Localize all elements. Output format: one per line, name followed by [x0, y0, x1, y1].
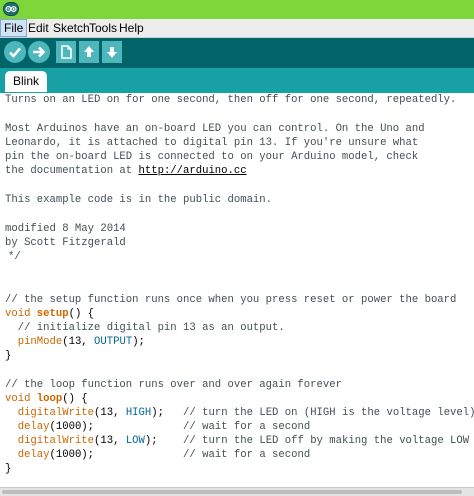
title-bar: [0, 0, 474, 19]
new-button[interactable]: [56, 41, 76, 63]
code-function: delay: [17, 421, 50, 433]
code-text: );: [144, 435, 184, 447]
code-line: delay(1000); // wait for a second: [5, 420, 310, 434]
code-comment: // wait for a second: [183, 449, 311, 461]
code-text: modified 8 May 2014: [5, 223, 126, 235]
code-line: void loop() {: [5, 392, 88, 406]
code-comment: // turn the LED on (HIGH is the voltage …: [183, 407, 474, 419]
code-line: This example code is in the public domai…: [5, 193, 272, 207]
code-text: Most Arduinos have an on-board LED you c…: [5, 123, 425, 135]
code-function: digitalWrite: [17, 407, 95, 419]
code-text: Turns on an LED on for one second, then …: [5, 94, 457, 106]
menu-file[interactable]: File: [0, 19, 28, 37]
menu-tools[interactable]: Tools: [86, 19, 120, 37]
code-keyword: void: [5, 308, 31, 320]
code-text: (1000);: [49, 449, 184, 461]
code-function: delay: [17, 449, 50, 461]
verify-button[interactable]: [4, 41, 26, 63]
code-line: // initialize digital pin 13 as an outpu…: [5, 321, 285, 335]
code-line: */: [8, 250, 21, 264]
code-text: (13,: [94, 407, 126, 419]
code-line: }: [5, 462, 11, 476]
code-keyword: void: [5, 393, 31, 405]
code-line: digitalWrite(13, HIGH); // turn the LED …: [5, 406, 474, 420]
code-line: // the loop function runs over and over …: [5, 378, 342, 392]
code-text: the documentation at: [5, 165, 139, 177]
code-line: delay(1000); // wait for a second: [5, 448, 310, 462]
code-text: pin the on-board LED is connected to on …: [5, 151, 419, 163]
arduino-logo-icon: [3, 2, 19, 16]
code-line: Turns on an LED on for one second, then …: [5, 93, 456, 107]
upload-button[interactable]: [28, 41, 50, 63]
code-text: }: [5, 350, 12, 362]
open-button[interactable]: [79, 41, 99, 63]
code-line: modified 8 May 2014: [5, 222, 126, 236]
menu-bar: File Edit Sketch Tools Help: [0, 19, 474, 38]
code-text: // the loop function runs over and over …: [5, 379, 342, 391]
code-text: Leonardo, it is attached to digital pin …: [5, 137, 419, 149]
code-text: );: [151, 407, 184, 419]
toolbar: [0, 38, 474, 68]
save-button[interactable]: [102, 41, 122, 63]
code-line: pinMode(13, OUTPUT);: [5, 335, 145, 349]
tab-blink[interactable]: Blink: [5, 71, 47, 92]
code-comment: // turn the LED off by making the voltag…: [183, 435, 470, 447]
code-line: Leonardo, it is attached to digital pin …: [5, 136, 418, 150]
code-function: loop: [36, 393, 63, 405]
code-comment: // wait for a second: [183, 421, 311, 433]
code-text: // the setup function runs once when you…: [5, 294, 457, 306]
code-line: // the setup function runs once when you…: [5, 293, 456, 307]
code-line: }: [5, 349, 11, 363]
code-text: by Scott Fitzgerald: [5, 237, 126, 249]
code-line: by Scott Fitzgerald: [5, 236, 126, 250]
code-line: Most Arduinos have an on-board LED you c…: [5, 122, 425, 136]
code-line: digitalWrite(13, LOW); // turn the LED o…: [5, 434, 469, 448]
code-text: */: [8, 251, 21, 263]
code-function: setup: [36, 308, 69, 320]
code-line: pin the on-board LED is connected to on …: [5, 150, 418, 164]
new-file-icon: [61, 45, 72, 59]
checkmark-icon: [9, 47, 21, 58]
tab-strip: Blink: [0, 68, 474, 92]
code-constant: LOW: [125, 435, 145, 447]
arrow-down-icon: [107, 47, 117, 58]
code-text: }: [5, 463, 12, 475]
code-function: pinMode: [17, 336, 63, 348]
code-text: () {: [68, 308, 95, 320]
code-editor[interactable]: Turns on an LED on for one second, then …: [0, 92, 474, 488]
code-line: the documentation at http://arduino.cc: [5, 164, 247, 178]
code-text: () {: [62, 393, 88, 405]
code-constant: HIGH: [125, 407, 152, 419]
code-text: (1000);: [49, 421, 184, 433]
code-text: This example code is in the public domai…: [5, 194, 273, 206]
code-text: // initialize digital pin 13 as an outpu…: [5, 322, 285, 334]
code-text: (13,: [62, 336, 95, 348]
code-constant: OUTPUT: [94, 336, 133, 348]
code-text: (13,: [94, 435, 126, 447]
arrow-up-icon: [84, 46, 94, 57]
code-text: );: [132, 336, 145, 348]
documentation-link[interactable]: http://arduino.cc: [139, 165, 247, 177]
code-line: void setup() {: [5, 307, 94, 321]
menu-help[interactable]: Help: [116, 19, 147, 37]
menu-edit[interactable]: Edit: [25, 19, 52, 37]
arrow-right-icon: [33, 46, 46, 58]
code-function: digitalWrite: [17, 435, 95, 447]
scrollbar-thumb[interactable]: [2, 490, 462, 494]
